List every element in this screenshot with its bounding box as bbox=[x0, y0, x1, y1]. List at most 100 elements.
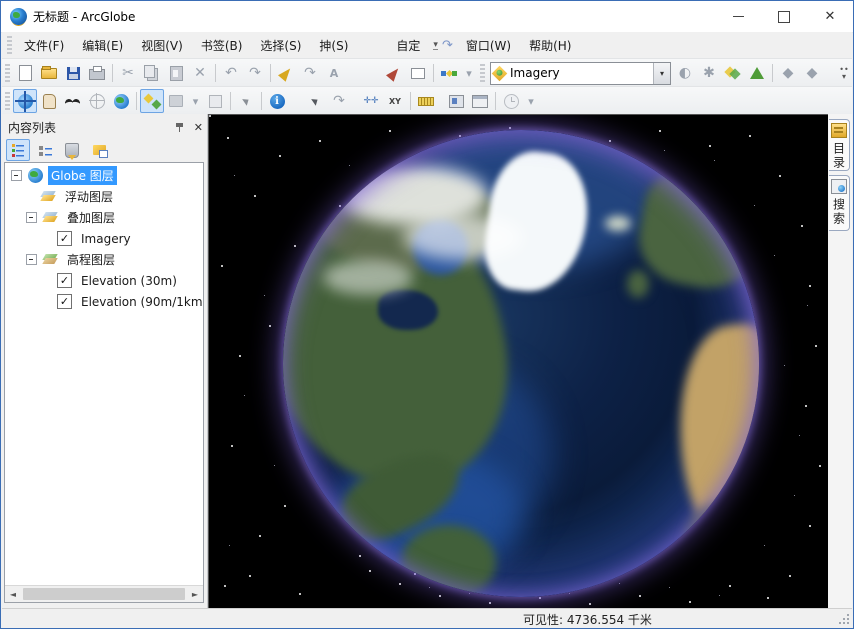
menu-edit[interactable]: 编辑(E) bbox=[73, 33, 132, 58]
delete-button[interactable]: ✕ bbox=[188, 61, 212, 85]
tree-label[interactable]: Elevation (90m/1km bbox=[78, 294, 204, 310]
base-heights-button[interactable] bbox=[745, 61, 769, 85]
toolbar-options-icon[interactable]: ▾ bbox=[433, 41, 438, 50]
redo-curve-icon[interactable]: ↷ bbox=[442, 38, 453, 53]
menu-view[interactable]: 视图(V) bbox=[132, 33, 192, 58]
redo-sketch-button[interactable]: ↷ bbox=[298, 61, 322, 85]
measure-button[interactable] bbox=[414, 89, 438, 113]
trace-button[interactable] bbox=[382, 61, 406, 85]
toolbar-overflow-button[interactable]: ▾ bbox=[461, 61, 477, 85]
checkbox-checked[interactable]: ✓ bbox=[57, 294, 72, 309]
copy-button[interactable] bbox=[140, 61, 164, 85]
toolbar1-grip[interactable] bbox=[5, 64, 10, 82]
expand-button-2[interactable]: ◆ bbox=[800, 61, 824, 85]
collapse-icon[interactable] bbox=[26, 212, 37, 223]
tree-label[interactable]: 浮动图层 bbox=[62, 187, 116, 206]
tree-row-imagery[interactable]: ✓ Imagery bbox=[5, 228, 203, 249]
menu-customize[interactable]: 自定 bbox=[387, 33, 429, 58]
close-button[interactable]: ✕ bbox=[807, 1, 853, 32]
collapse-icon[interactable] bbox=[26, 254, 37, 265]
cut-button[interactable]: ✂ bbox=[116, 61, 140, 85]
pen-tool-button[interactable] bbox=[274, 61, 298, 85]
tree-row-elevation-30m[interactable]: ✓ Elevation (30m) bbox=[5, 270, 203, 291]
fly-button[interactable] bbox=[61, 89, 85, 113]
tree-label[interactable]: 叠加图层 bbox=[64, 208, 118, 227]
open-button[interactable] bbox=[37, 61, 61, 85]
viewer-manager-button[interactable] bbox=[468, 89, 492, 113]
menu-file[interactable]: 文件(F) bbox=[15, 33, 73, 58]
globe-viewport[interactable] bbox=[208, 114, 830, 611]
tab-search[interactable]: 搜索 bbox=[829, 175, 850, 231]
center-target-button[interactable] bbox=[85, 89, 109, 113]
list-by-visibility-button[interactable] bbox=[60, 139, 84, 161]
list-by-selection-button[interactable] bbox=[87, 139, 111, 161]
collapse-icon[interactable] bbox=[11, 170, 22, 181]
nav-toolbar-overflow[interactable]: ▾ bbox=[523, 89, 539, 113]
modelbuilder-button[interactable] bbox=[437, 61, 461, 85]
menu-bookmarks[interactable]: 书签(B) bbox=[192, 33, 252, 58]
earth-globe[interactable] bbox=[283, 130, 759, 597]
combo-dropdown-button[interactable]: ▾ bbox=[653, 63, 670, 84]
save-button[interactable] bbox=[61, 61, 85, 85]
rectangle-button[interactable] bbox=[406, 61, 430, 85]
list-by-source-button[interactable] bbox=[33, 139, 57, 161]
animation-button[interactable] bbox=[499, 89, 523, 113]
resize-grip[interactable] bbox=[839, 614, 849, 624]
tab-catalog[interactable]: 目录 bbox=[829, 119, 850, 171]
tree-row-globe-layers[interactable]: Globe 图层 bbox=[5, 165, 203, 186]
scrollbar-thumb[interactable] bbox=[23, 588, 185, 600]
tree-label[interactable]: Elevation (30m) bbox=[78, 273, 180, 289]
scroll-left-button[interactable]: ◄ bbox=[5, 586, 21, 602]
tree-label[interactable]: Globe 图层 bbox=[48, 166, 117, 185]
viewer-button[interactable] bbox=[203, 89, 227, 113]
tab-catalog-label: 目录 bbox=[831, 142, 848, 170]
panel-close-button[interactable]: ✕ bbox=[194, 121, 203, 134]
navigation-mode-button[interactable] bbox=[140, 89, 164, 113]
menu-selection[interactable]: 选择(S) bbox=[251, 33, 310, 58]
combo-toolbar-grip[interactable] bbox=[480, 64, 485, 82]
toolbar2-grip[interactable] bbox=[5, 92, 10, 110]
rotate-button[interactable]: ↷ bbox=[327, 89, 351, 113]
transparency-button[interactable] bbox=[721, 61, 745, 85]
tree-row-elevation-layers[interactable]: 高程图层 bbox=[5, 249, 203, 270]
paste-button[interactable] bbox=[164, 61, 188, 85]
tree-label[interactable]: 高程图层 bbox=[64, 250, 118, 269]
tree-row-draped-layers[interactable]: 叠加图层 bbox=[5, 207, 203, 228]
expand-button-1[interactable]: ◆ bbox=[776, 61, 800, 85]
tree-row-elevation-90m[interactable]: ✓ Elevation (90m/1km bbox=[5, 291, 203, 312]
label-button[interactable]: A bbox=[322, 61, 346, 85]
goto-xy-button[interactable]: XY bbox=[383, 89, 407, 113]
tree-label[interactable]: Imagery bbox=[78, 231, 134, 247]
scroll-right-button[interactable]: ► bbox=[187, 586, 203, 602]
tree-row-floating-layers[interactable]: 浮动图层 bbox=[5, 186, 203, 207]
new-document-button[interactable] bbox=[13, 61, 37, 85]
zoom-to-layer-button[interactable] bbox=[164, 89, 188, 113]
menu-window[interactable]: 窗口(W) bbox=[457, 33, 520, 58]
layer-combo[interactable]: Imagery ▾ bbox=[490, 62, 671, 85]
menubar-grip[interactable] bbox=[7, 36, 12, 54]
contrast-button[interactable]: ◐ bbox=[673, 61, 697, 85]
select-elements-button[interactable] bbox=[303, 89, 327, 113]
menu-geoprocessing[interactable]: 抻(S) bbox=[310, 33, 357, 58]
zoom-layer-dropdown[interactable]: ▾ bbox=[188, 89, 203, 113]
add-data-button[interactable]: ✛✛ bbox=[359, 89, 383, 113]
print-button[interactable] bbox=[85, 61, 109, 85]
undo-button[interactable]: ↶ bbox=[219, 61, 243, 85]
brightness-button[interactable]: ✱ bbox=[697, 61, 721, 85]
identify-button[interactable]: i bbox=[265, 89, 289, 113]
checkbox-checked[interactable]: ✓ bbox=[57, 231, 72, 246]
full-extent-button[interactable] bbox=[109, 89, 133, 113]
select-features-button[interactable] bbox=[234, 89, 258, 113]
horizontal-scrollbar[interactable]: ◄ ► bbox=[5, 585, 203, 602]
list-by-drawing-order-button[interactable] bbox=[6, 139, 30, 161]
redo-button[interactable]: ↷ bbox=[243, 61, 267, 85]
minimize-button[interactable] bbox=[715, 1, 761, 32]
toolbar-overflow[interactable]: •• ▾ bbox=[836, 66, 852, 80]
maximize-button[interactable] bbox=[761, 1, 807, 32]
checkbox-checked[interactable]: ✓ bbox=[57, 273, 72, 288]
pin-icon[interactable] bbox=[174, 121, 186, 133]
menu-help[interactable]: 帮助(H) bbox=[520, 33, 580, 58]
html-popup-button[interactable] bbox=[444, 89, 468, 113]
pan-button[interactable] bbox=[37, 89, 61, 113]
navigate-button[interactable] bbox=[13, 89, 37, 113]
